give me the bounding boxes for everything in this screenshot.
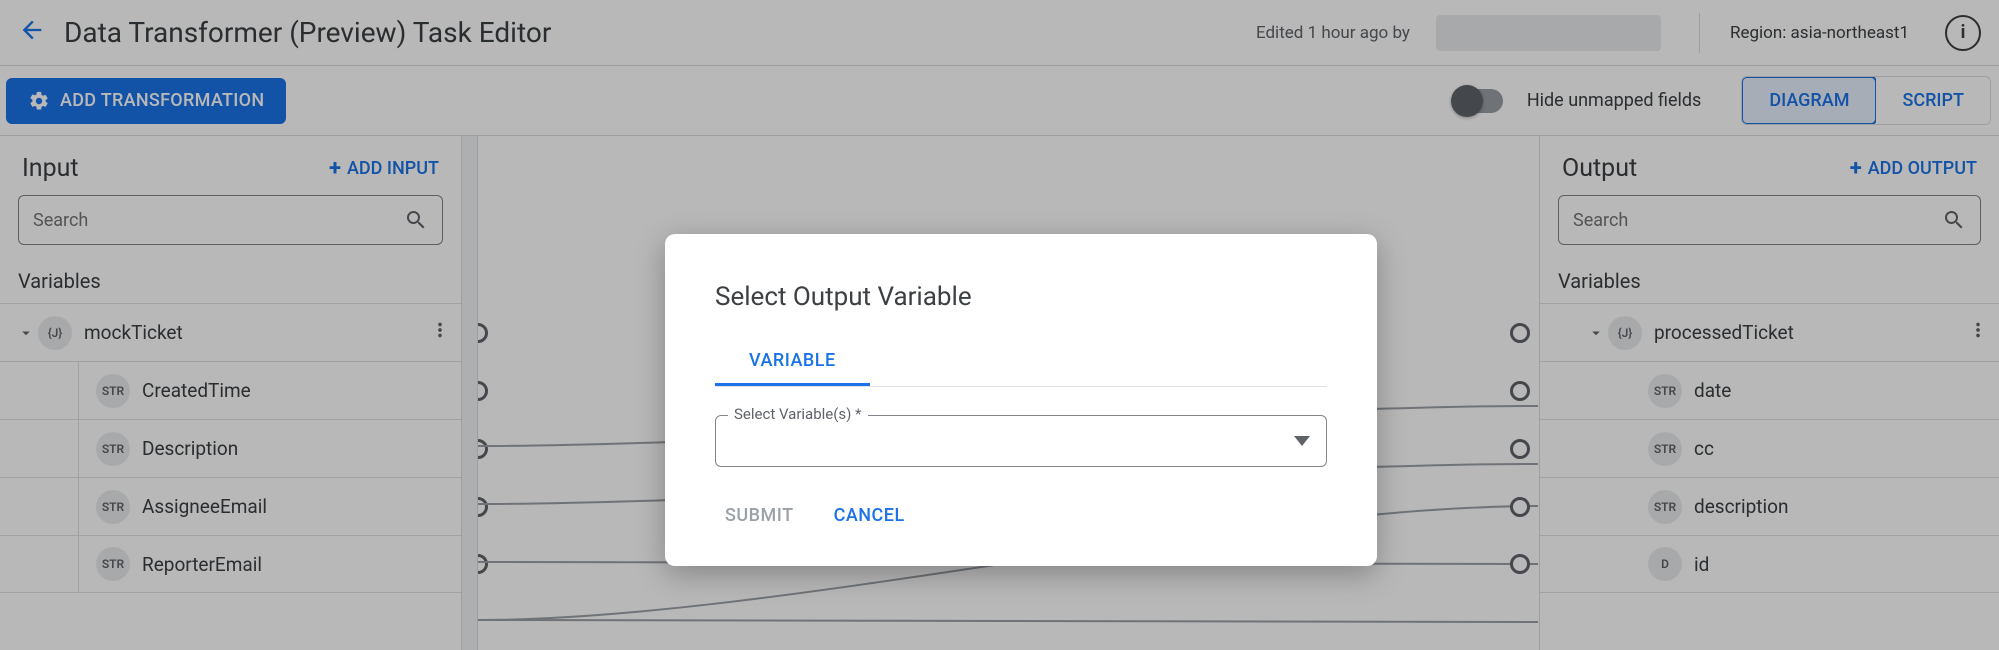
submit-button[interactable]: SUBMIT bbox=[721, 495, 798, 536]
modal-title: Select Output Variable bbox=[715, 282, 1327, 312]
modal-tabs: VARIABLE bbox=[715, 338, 1327, 387]
select-output-variable-modal: Select Output Variable VARIABLE Select V… bbox=[665, 234, 1377, 566]
variable-tab[interactable]: VARIABLE bbox=[715, 338, 870, 386]
select-variable-dropdown[interactable]: Select Variable(s) * bbox=[715, 415, 1327, 467]
dropdown-arrow-icon bbox=[1294, 436, 1310, 446]
cancel-button[interactable]: CANCEL bbox=[830, 495, 909, 536]
modal-actions: SUBMIT CANCEL bbox=[715, 495, 1327, 536]
select-field-label: Select Variable(s) * bbox=[728, 405, 868, 423]
